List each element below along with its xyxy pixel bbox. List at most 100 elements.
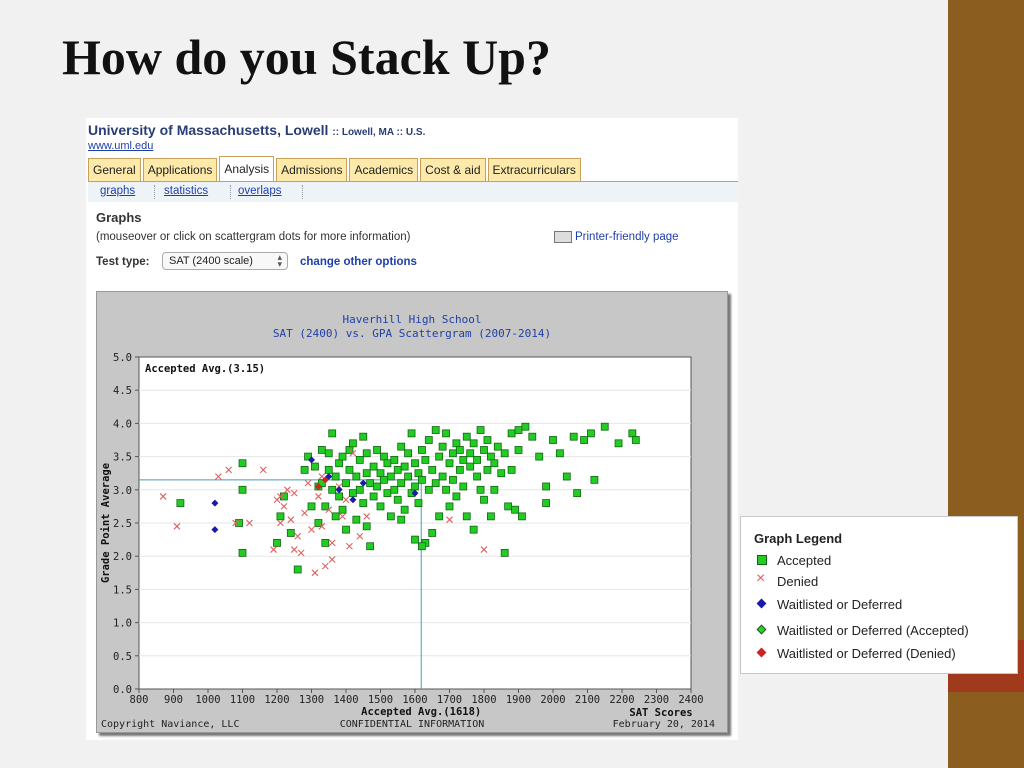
x-tick-label: 1200 [264, 694, 289, 706]
accepted-point [573, 489, 582, 498]
accepted-point [455, 446, 464, 454]
accepted-point [500, 449, 509, 458]
accepted-point [324, 465, 333, 474]
accepted-point [614, 439, 623, 448]
tab-general[interactable]: General [88, 158, 141, 182]
x-tick-label: 1500 [368, 694, 393, 706]
accepted-point [507, 429, 516, 438]
change-other-options-link[interactable]: change other options [300, 256, 417, 268]
x-tick-label: 2100 [575, 694, 600, 706]
accepted-point [587, 429, 595, 438]
accepted-point [590, 475, 599, 484]
x-tick-label: 1900 [506, 694, 531, 706]
accepted-point [459, 482, 468, 491]
x-tick-label: 2000 [540, 694, 565, 706]
accepted-point [473, 472, 482, 481]
accepted-point [390, 456, 399, 464]
x-tick-label: 1800 [471, 694, 496, 706]
x-axis-title: SAT Scores [629, 707, 692, 719]
accepted-point [366, 542, 375, 551]
subnav-graphs-link[interactable]: graphs [100, 185, 135, 197]
accepted-point [514, 446, 523, 454]
accepted-point [431, 479, 440, 488]
accepted-point [507, 465, 516, 474]
x-tick-label: 1700 [437, 694, 462, 706]
accepted-point [569, 432, 578, 441]
accepted-point [273, 539, 281, 547]
legend-item-denied: Denied [755, 570, 818, 589]
accepted-point [404, 472, 413, 481]
accepted-point [411, 482, 419, 491]
subnav-separator [154, 185, 156, 199]
accepted-point [431, 426, 440, 434]
accepted-point [373, 446, 381, 454]
tab-analysis[interactable]: Analysis [219, 156, 275, 182]
accepted-point [321, 539, 330, 547]
accepted-point [238, 548, 247, 557]
tab-applications[interactable]: Applications [142, 158, 218, 182]
footer-copyright: Copyright Naviance, LLC [101, 719, 239, 730]
accepted-point [435, 452, 444, 461]
accepted-point [493, 442, 502, 451]
accepted-point [411, 459, 419, 468]
accepted-point [362, 469, 371, 478]
accepted-point [476, 426, 485, 434]
graphs-heading: Graphs [96, 210, 142, 225]
accepted-point [393, 495, 402, 504]
y-tick-label: 4.0 [113, 418, 132, 430]
accepted-point [376, 469, 385, 478]
accepted-point [397, 515, 406, 524]
accepted-point [238, 459, 247, 468]
accepted-point [276, 512, 285, 521]
test-type-value: SAT (2400 scale) [169, 255, 253, 267]
university-title: University of Massachusetts, Lowell:: Lo… [88, 122, 425, 138]
x-tick-label: 1600 [402, 694, 427, 706]
tab-admissions[interactable]: Admissions [276, 158, 348, 182]
test-type-label: Test type: [96, 256, 150, 268]
accepted-point [238, 485, 247, 494]
accepted-point [317, 446, 326, 454]
waitlisted-accepted-marker-icon [755, 623, 769, 637]
accepted-point [449, 475, 457, 484]
accepted-point [355, 485, 364, 494]
accepted-point [359, 432, 368, 441]
accepted-point [486, 452, 495, 461]
accepted-point [542, 482, 551, 491]
scattergram-chart: Haverhill High SchoolSAT (2400) vs. GPA … [100, 313, 715, 730]
tab-extracurriculars[interactable]: Extracurriculars [487, 158, 581, 182]
accepted-point [342, 525, 350, 534]
accepted-point [366, 479, 375, 488]
accepted-point [331, 512, 340, 521]
accepted-point [324, 449, 333, 458]
accepted-point [466, 462, 475, 471]
accepted-point [483, 465, 492, 474]
tab-cost-aid[interactable]: Cost & aid [420, 158, 486, 182]
subnav-statistics-link[interactable]: statistics [164, 185, 208, 197]
accepted-point [580, 436, 588, 444]
accepted-point [307, 502, 316, 511]
accepted-point [293, 565, 302, 574]
accepted-point [362, 522, 371, 531]
legend-title: Graph Legend [754, 531, 843, 546]
legend-label: Waitlisted or Deferred (Denied) [777, 645, 956, 661]
graphs-instructions: (mouseover or click on scattergram dots … [96, 231, 411, 243]
test-type-select[interactable]: SAT (2400 scale) ▴ ▾ [162, 252, 288, 270]
accepted-point [600, 422, 609, 431]
tab-academics[interactable]: Academics [349, 158, 419, 182]
accepted-point [480, 495, 488, 504]
x-tick-label: 2200 [609, 694, 634, 706]
waitlisted-denied-marker-icon [755, 646, 769, 660]
printer-friendly-link[interactable]: Printer-friendly page [554, 231, 679, 243]
accepted-point [631, 436, 640, 444]
x-tick-label: 1400 [333, 694, 358, 706]
accepted-point [335, 459, 344, 468]
accepted-point [407, 429, 416, 438]
university-url-link[interactable]: www.uml.edu [88, 140, 153, 152]
accepted-point [300, 465, 309, 474]
accepted-point [386, 472, 395, 481]
subnav-overlaps-link[interactable]: overlaps [238, 185, 281, 197]
accepted-point [490, 485, 499, 494]
accepted-point [424, 436, 433, 444]
accepted-point [328, 485, 337, 494]
chart-subtitle: SAT (2400) vs. GPA Scattergram (2007-201… [273, 327, 551, 340]
